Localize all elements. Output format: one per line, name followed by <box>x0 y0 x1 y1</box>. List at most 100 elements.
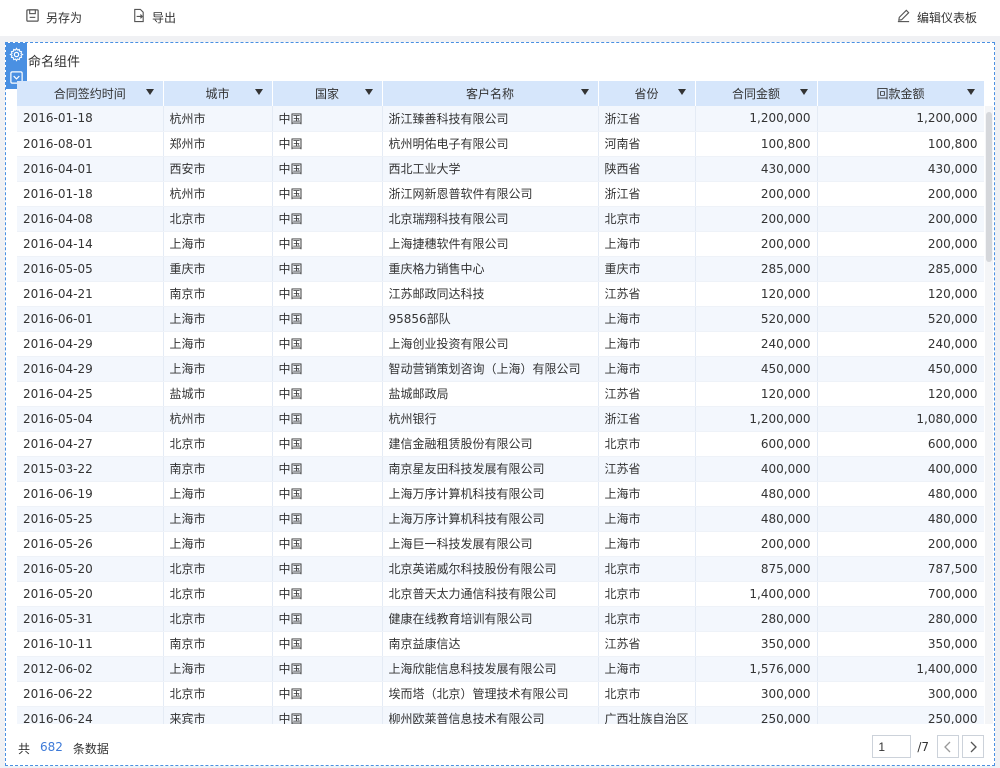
table-row[interactable]: 2016-06-22 北京市 中国 埃而塔（北京）管理技术有限公司 北京市 300,000… <box>17 681 984 707</box>
table-cell: 陕西省 <box>598 156 696 182</box>
table-cell: 北京普天太力通信科技有限公司 <box>382 581 599 607</box>
save-as-button[interactable]: 另存为 <box>25 8 82 28</box>
page-number-input[interactable] <box>872 735 912 758</box>
table-row[interactable]: 2016-05-05 重庆市 中国 重庆格力销售中心 重庆市 285,000 285,000 <box>17 256 984 282</box>
edit-dashboard-button[interactable]: 编辑仪表板 <box>896 8 977 28</box>
table-cell: 中国 <box>272 281 383 307</box>
table-cell: 上海市 <box>598 356 696 382</box>
table-cell: 中国 <box>272 381 383 407</box>
table-cell: 上海市 <box>163 506 273 532</box>
save-icon <box>25 8 40 29</box>
table-row[interactable]: 2016-05-20 北京市 中国 北京普天太力通信科技有限公司 北京市 1,400,00… <box>17 581 984 607</box>
table-cell: 2016-05-20 <box>17 581 164 607</box>
table-cell: 南京市 <box>163 631 273 657</box>
vertical-scrollbar[interactable] <box>985 106 993 724</box>
table-cell: 河南省 <box>598 131 696 157</box>
table-cell: 南京市 <box>163 281 273 307</box>
table-row[interactable]: 2016-01-18 杭州市 中国 浙江臻善科技有限公司 浙江省 1,200,000 1,2… <box>17 106 984 132</box>
table-cell: 2016-05-04 <box>17 406 164 432</box>
total-count: 共 682 条数据 <box>18 740 109 757</box>
table-cell: 北京英诺威尔科技股份有限公司 <box>382 556 599 582</box>
table-cell: 南京益康信达 <box>382 631 599 657</box>
sort-dropdown-icon[interactable] <box>966 89 975 95</box>
sort-dropdown-icon[interactable] <box>364 89 373 95</box>
table-row[interactable]: 2016-05-20 北京市 中国 北京英诺威尔科技股份有限公司 北京市 875,000 7… <box>17 556 984 582</box>
table-cell: 南京星友田科技发展有限公司 <box>382 456 599 482</box>
table-cell: 1,200,000 <box>695 106 818 132</box>
table-cell: 北京市 <box>598 681 696 707</box>
table-cell: 杭州市 <box>163 106 273 132</box>
table-cell: 200,000 <box>695 206 818 232</box>
table-cell: 430,000 <box>817 156 984 182</box>
table-row[interactable]: 2016-06-01 上海市 中国 95856部队 上海市 520,000 520,000 <box>17 306 984 332</box>
table-row[interactable]: 2016-05-26 上海市 中国 上海巨一科技发展有限公司 上海市 200,000 200… <box>17 531 984 557</box>
table-row[interactable]: 2012-06-02 上海市 中国 上海欣能信息科技发展有限公司 上海市 1,576,00… <box>17 656 984 682</box>
table-cell: 300,000 <box>695 681 818 707</box>
table-cell: 上海市 <box>163 656 273 682</box>
table-cell: 北京市 <box>163 556 273 582</box>
table-row[interactable]: 2016-08-01 郑州市 中国 杭州明佑电子有限公司 河南省 100,800 100,8… <box>17 131 984 157</box>
column-header[interactable]: 国家 <box>272 81 383 106</box>
table-row[interactable]: 2016-05-31 北京市 中国 健康在线教育培训有限公司 北京市 280,000 280… <box>17 606 984 632</box>
table-row[interactable]: 2016-04-29 上海市 中国 智动营销策划咨询（上海）有限公司 上海市 450,00… <box>17 356 984 382</box>
sort-dropdown-icon[interactable] <box>799 89 808 95</box>
table-row[interactable]: 2016-04-14 上海市 中国 上海捷穗软件有限公司 上海市 200,000 200,0… <box>17 231 984 257</box>
table-cell: 北京市 <box>598 556 696 582</box>
table-cell: 250,000 <box>817 706 984 724</box>
export-icon <box>131 8 146 29</box>
table-cell: 200,000 <box>695 231 818 257</box>
total-prefix: 共 <box>18 742 31 756</box>
sort-dropdown-icon[interactable] <box>677 89 686 95</box>
column-header[interactable]: 合同金额 <box>695 81 818 106</box>
table-cell: 400,000 <box>817 456 984 482</box>
prev-page-button[interactable] <box>937 735 959 758</box>
column-header-label: 国家 <box>314 87 339 101</box>
gear-icon[interactable] <box>9 47 24 62</box>
table-cell: 120,000 <box>817 381 984 407</box>
table-cell: 杭州明佑电子有限公司 <box>382 131 599 157</box>
table-cell: 480,000 <box>817 481 984 507</box>
table-row[interactable]: 2016-04-01 西安市 中国 西北工业大学 陕西省 430,000 430,000 <box>17 156 984 182</box>
column-header[interactable]: 城市 <box>163 81 273 106</box>
table-cell: 江苏邮政同达科技 <box>382 281 599 307</box>
table-row[interactable]: 2016-05-25 上海市 中国 上海万序计算机科技有限公司 上海市 480,000 48… <box>17 506 984 532</box>
table-cell: 浙江省 <box>598 181 696 207</box>
column-header[interactable]: 合同签约时间 <box>17 81 164 106</box>
column-header[interactable]: 回款金额 <box>817 81 984 106</box>
next-page-button[interactable] <box>962 735 984 758</box>
sort-dropdown-icon[interactable] <box>145 89 154 95</box>
table-row[interactable]: 2016-01-18 杭州市 中国 浙江网新恩普软件有限公司 浙江省 200,000 200… <box>17 181 984 207</box>
column-header-label: 合同签约时间 <box>53 87 126 101</box>
table-row[interactable]: 2016-04-21 南京市 中国 江苏邮政同达科技 江苏省 120,000 120,000 <box>17 281 984 307</box>
table-cell: 健康在线教育培训有限公司 <box>382 606 599 632</box>
export-button[interactable]: 导出 <box>131 8 176 28</box>
table-cell: 2016-04-27 <box>17 431 164 457</box>
table-cell: 240,000 <box>817 331 984 357</box>
table-row[interactable]: 2016-10-11 南京市 中国 南京益康信达 江苏省 350,000 350,000 <box>17 631 984 657</box>
column-header[interactable]: 客户名称 <box>382 81 599 106</box>
table-row[interactable]: 2016-04-25 盐城市 中国 盐城邮政局 江苏省 120,000 120,000 <box>17 381 984 407</box>
sort-dropdown-icon[interactable] <box>580 89 589 95</box>
sort-dropdown-icon[interactable] <box>254 89 263 95</box>
table-row[interactable]: 2016-04-08 北京市 中国 北京瑞翔科技有限公司 北京市 200,000 200,0… <box>17 206 984 232</box>
table-cell: 100,800 <box>817 131 984 157</box>
table-row[interactable]: 2015-03-22 南京市 中国 南京星友田科技发展有限公司 江苏省 400,000 40… <box>17 456 984 482</box>
table-row[interactable]: 2016-05-04 杭州市 中国 杭州银行 浙江省 1,200,000 1,080,000 <box>17 406 984 432</box>
column-header[interactable]: 省份 <box>598 81 696 106</box>
table-cell: 上海市 <box>163 306 273 332</box>
table-cell: 285,000 <box>695 256 818 282</box>
table-row[interactable]: 2016-04-29 上海市 中国 上海创业投资有限公司 上海市 240,000 240,0… <box>17 331 984 357</box>
table-cell: 2012-06-02 <box>17 656 164 682</box>
table-cell: 480,000 <box>695 481 818 507</box>
table-row[interactable]: 2016-06-24 来宾市 中国 柳州欧莱普信息技术有限公司 广西壮族自治区 250,0… <box>17 706 984 724</box>
table-cell: 上海市 <box>598 306 696 332</box>
scrollbar-thumb[interactable] <box>986 112 992 262</box>
table-cell: 上海市 <box>598 481 696 507</box>
table-cell: 1,400,000 <box>817 656 984 682</box>
table-row[interactable]: 2016-06-19 上海市 中国 上海万序计算机科技有限公司 上海市 480,000 48… <box>17 481 984 507</box>
column-header-label: 回款金额 <box>876 87 925 101</box>
component-title: 命名组件 <box>28 55 81 70</box>
table-cell: 北京市 <box>598 606 696 632</box>
table-row[interactable]: 2016-04-27 北京市 中国 建信金融租赁股份有限公司 北京市 600,000 600… <box>17 431 984 457</box>
table-cell: 上海万序计算机科技有限公司 <box>382 481 599 507</box>
